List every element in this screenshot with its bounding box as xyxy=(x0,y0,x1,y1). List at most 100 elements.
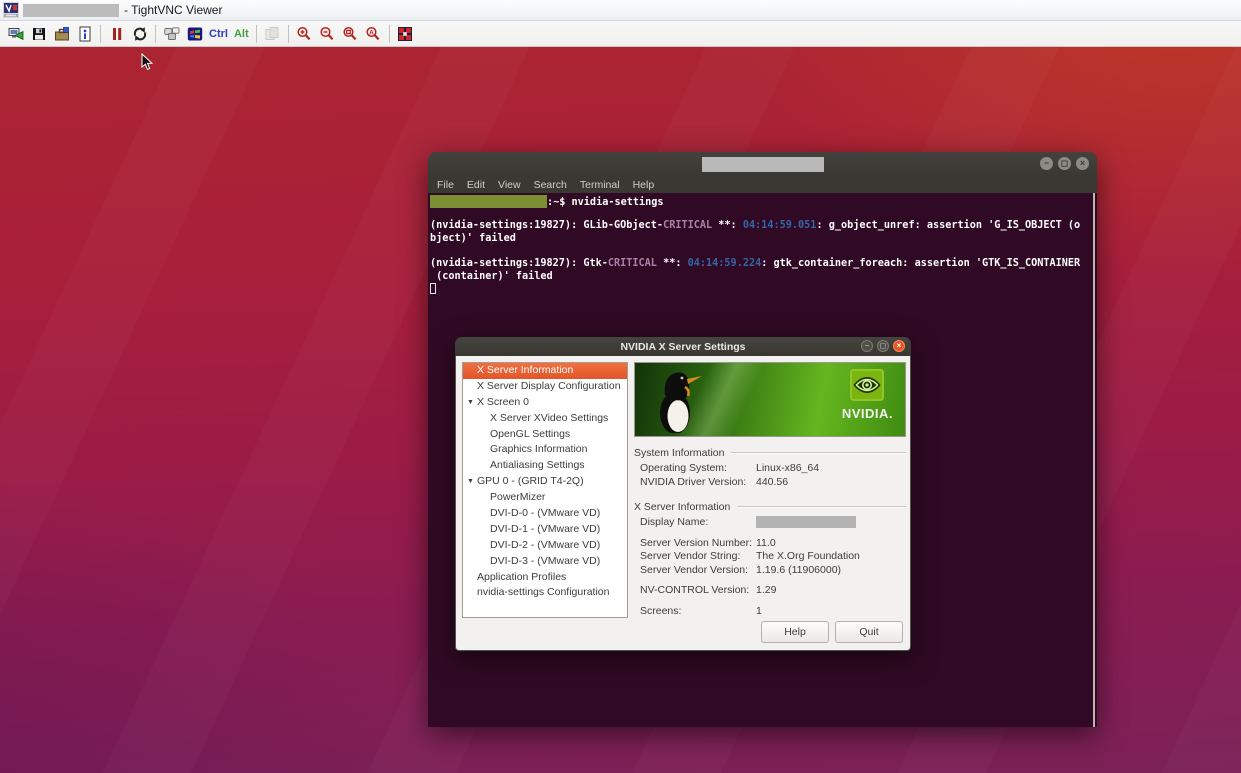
sidebar-item-powermizer[interactable]: PowerMizer xyxy=(463,490,627,506)
info-row: Server Vendor Version:1.19.6 (11906000) xyxy=(634,564,906,578)
terminal-menu-view[interactable]: View xyxy=(498,179,521,191)
sidebar-item-opengl-settings[interactable]: OpenGL Settings xyxy=(463,427,627,443)
connection-options-icon[interactable] xyxy=(51,23,72,44)
sidebar-item-x-screen-0[interactable]: ▼X Screen 0 xyxy=(463,395,627,411)
terminal-scrollbar[interactable] xyxy=(1093,193,1095,727)
sidebar-item-x-server-xvideo-settings[interactable]: X Server XVideo Settings xyxy=(463,411,627,427)
nvidia-brand-text: NVIDIA. xyxy=(842,406,893,421)
output-critical-text: CRITICAL xyxy=(608,258,657,269)
fullscreen-icon[interactable] xyxy=(395,23,416,44)
nvidia-eye-icon xyxy=(850,388,884,405)
sidebar-item-dvi-d-1-vmware-vd[interactable]: DVI-D-1 - (VMware VD) xyxy=(463,522,627,538)
zoom-out-icon[interactable] xyxy=(317,23,338,44)
info-label: Display Name: xyxy=(634,516,756,530)
sidebar-item-label: X Server Information xyxy=(463,364,573,376)
new-connection-icon[interactable] xyxy=(5,23,26,44)
nvidia-maximize-button[interactable]: ◻ xyxy=(877,340,889,352)
output-text: : gtk_container_foreach: assertion 'GTK_… xyxy=(761,258,1080,269)
terminal-menubar: File Edit View Search Terminal Help xyxy=(428,176,1097,193)
sidebar-item-gpu-0-grid-t4-2q[interactable]: ▼GPU 0 - (GRID T4-2Q) xyxy=(463,474,627,490)
info-row: Display Name: xyxy=(634,516,906,530)
info-value: Linux-x86_64 xyxy=(756,462,819,474)
info-value: 1.29 xyxy=(756,584,776,596)
output-text: bject)' failed xyxy=(430,233,516,244)
zoom-in-icon[interactable] xyxy=(294,23,315,44)
zoom-fit-icon[interactable] xyxy=(340,23,361,44)
sidebar-item-label: DVI-D-2 - (VMware VD) xyxy=(463,539,600,551)
sidebar-item-label: Antialiasing Settings xyxy=(463,459,585,471)
sidebar-item-label: DVI-D-1 - (VMware VD) xyxy=(463,523,600,535)
tree-expander-icon[interactable]: ▼ xyxy=(467,474,474,490)
info-label: Operating System: xyxy=(634,462,756,476)
section-header: System Information xyxy=(634,446,906,459)
terminal-output-line: (container)' failed xyxy=(430,271,1097,284)
save-session-icon[interactable] xyxy=(28,23,49,44)
quit-button[interactable]: Quit xyxy=(835,621,903,643)
sidebar-item-label: OpenGL Settings xyxy=(463,428,570,440)
terminal-menu-file[interactable]: File xyxy=(437,179,454,191)
nvidia-close-button[interactable]: × xyxy=(893,340,905,352)
sidebar-item-antialiasing-settings[interactable]: Antialiasing Settings xyxy=(463,458,627,474)
refresh-icon[interactable] xyxy=(129,23,150,44)
info-row: NVIDIA Driver Version:440.56 xyxy=(634,476,906,490)
transfer-files-icon[interactable] xyxy=(262,23,283,44)
sidebar-item-label: GPU 0 - (GRID T4-2Q) xyxy=(463,475,584,487)
tightvnc-app-icon xyxy=(3,2,19,18)
sidebar-item-label: Application Profiles xyxy=(463,571,566,583)
pause-icon[interactable] xyxy=(106,23,127,44)
win-key-icon[interactable] xyxy=(184,23,205,44)
info-row: Server Vendor String:The X.Org Foundatio… xyxy=(634,550,906,564)
section-title: System Information xyxy=(634,447,724,459)
sidebar-item-nvidia-settings-configuration[interactable]: nvidia-settings Configuration xyxy=(463,585,627,601)
vnc-toolbar: Ctrl Alt A xyxy=(0,21,1241,47)
terminal-titlebar[interactable]: − ◻ × xyxy=(428,152,1097,176)
ctrl-alt-del-icon[interactable] xyxy=(161,23,182,44)
nvidia-minimize-button[interactable]: − xyxy=(861,340,873,352)
nvidia-window-body: X Server Information X Server Display Con… xyxy=(455,356,911,651)
vnc-window-titlebar[interactable]: - TightVNC Viewer xyxy=(0,0,1241,21)
info-label: Server Vendor String: xyxy=(634,550,756,564)
nvidia-titlebar[interactable]: NVIDIA X Server Settings − ◻ × xyxy=(455,337,911,356)
sidebar-item-x-server-information[interactable]: X Server Information xyxy=(463,363,627,379)
ctrl-toggle[interactable]: Ctrl xyxy=(209,28,228,40)
terminal-minimize-button[interactable]: − xyxy=(1040,157,1053,170)
sidebar-item-graphics-information[interactable]: Graphics Information xyxy=(463,442,627,458)
terminal-menu-search[interactable]: Search xyxy=(534,179,567,191)
sidebar-item-dvi-d-3-vmware-vd[interactable]: DVI-D-3 - (VMware VD) xyxy=(463,554,627,570)
info-label: NV-CONTROL Version: xyxy=(634,584,756,598)
info-value: 11.0 xyxy=(756,537,776,549)
terminal-menu-help[interactable]: Help xyxy=(633,179,655,191)
terminal-output-line: bject)' failed xyxy=(430,233,1097,246)
terminal-blank-line xyxy=(430,245,1097,258)
output-timestamp-text: 04:14:59.224 xyxy=(688,258,762,269)
vnc-window-title: - TightVNC Viewer xyxy=(124,3,222,17)
terminal-close-button[interactable]: × xyxy=(1076,157,1089,170)
terminal-maximize-button[interactable]: ◻ xyxy=(1058,157,1071,170)
prompt-command-text: :~$ nvidia-settings xyxy=(547,197,664,208)
terminal-menu-terminal[interactable]: Terminal xyxy=(580,179,620,191)
info-value: 440.56 xyxy=(756,476,788,488)
terminal-menu-edit[interactable]: Edit xyxy=(467,179,485,191)
sidebar-item-dvi-d-0-vmware-vd[interactable]: DVI-D-0 - (VMware VD) xyxy=(463,506,627,522)
connection-info-icon[interactable] xyxy=(74,23,95,44)
output-text: (nvidia-settings:19827): GLib-GObject- xyxy=(430,220,663,231)
info-value: 1 xyxy=(756,605,762,617)
sidebar-item-dvi-d-2-vmware-vd[interactable]: DVI-D-2 - (VMware VD) xyxy=(463,538,627,554)
zoom-100-icon[interactable]: A xyxy=(363,23,384,44)
info-label: Server Vendor Version: xyxy=(634,564,756,578)
alt-toggle[interactable]: Alt xyxy=(234,28,249,40)
sidebar-item-label: X Server XVideo Settings xyxy=(463,412,608,424)
sidebar-item-label: nvidia-settings Configuration xyxy=(463,586,610,598)
sidebar-item-application-profiles[interactable]: Application Profiles xyxy=(463,570,627,586)
terminal-blank-line xyxy=(430,208,1097,221)
sidebar-item-label: DVI-D-0 - (VMware VD) xyxy=(463,507,600,519)
nvidia-main-panel: NVIDIA. System Information Operating Syst… xyxy=(634,362,906,618)
section-separator-line xyxy=(737,506,906,508)
terminal-prompt-line: :~$ nvidia-settings xyxy=(430,195,1097,208)
tree-expander-icon[interactable]: ▼ xyxy=(467,395,474,411)
nvidia-logo: NVIDIA. xyxy=(842,369,893,421)
info-row: NV-CONTROL Version:1.29 xyxy=(634,584,906,598)
sidebar-item-x-server-display-configuration[interactable]: X Server Display Configuration xyxy=(463,379,627,395)
nvidia-category-tree: X Server Information X Server Display Con… xyxy=(462,362,628,618)
help-button[interactable]: Help xyxy=(761,621,829,643)
